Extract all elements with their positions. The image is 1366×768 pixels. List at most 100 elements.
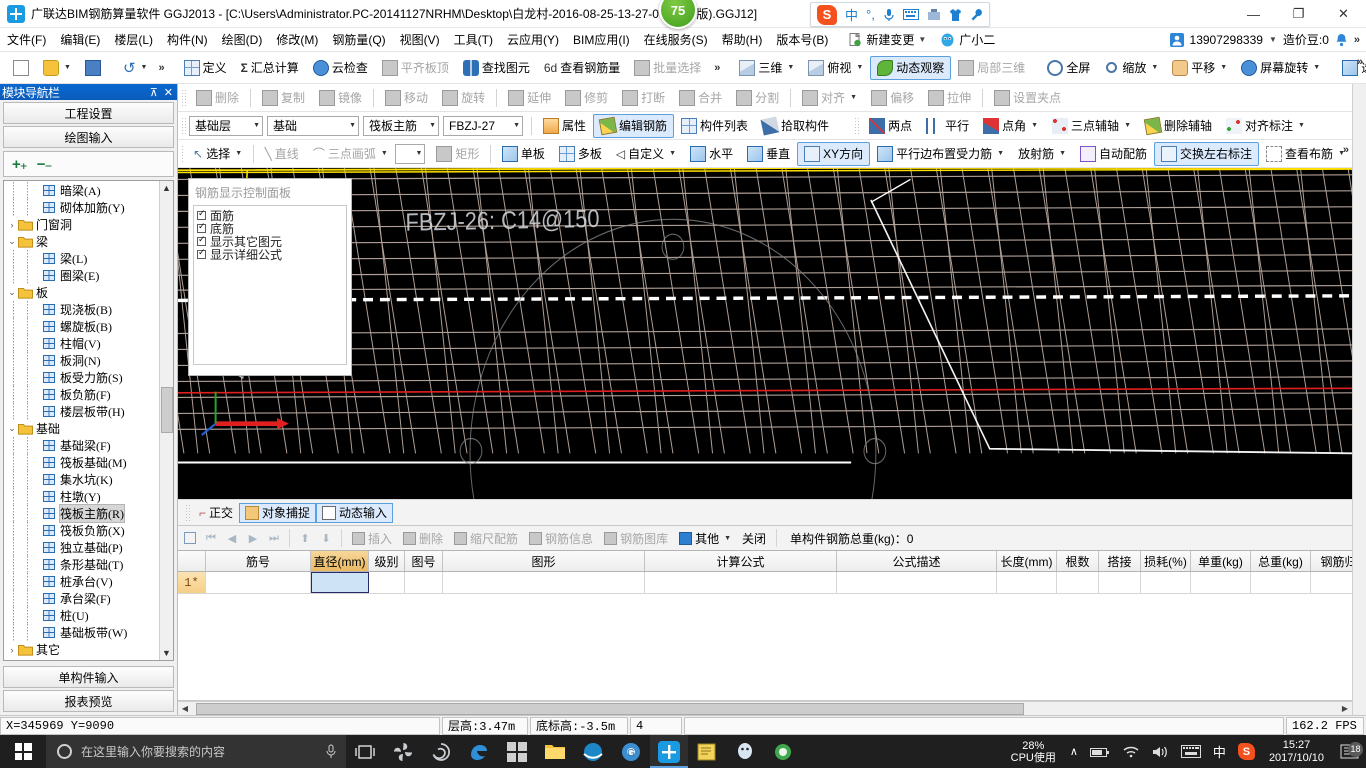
menu-rebar-qty[interactable]: 钢筋量(Q): [325, 29, 392, 50]
explorer-app-icon[interactable]: [536, 735, 574, 768]
scroll-left-icon[interactable]: ◀: [178, 704, 192, 713]
parallel-axis-button[interactable]: 平行: [919, 114, 976, 138]
three-point-axis-button[interactable]: 三点辅轴 ▼: [1045, 114, 1138, 138]
rebar-table-empty-area[interactable]: [178, 594, 1352, 701]
volume-icon[interactable]: [1146, 735, 1175, 768]
360-app-icon[interactable]: [764, 735, 802, 768]
partial-3d-button[interactable]: 局部三维: [951, 56, 1032, 80]
wrench-icon[interactable]: [970, 8, 983, 22]
close-icon[interactable]: ✕: [164, 86, 173, 99]
ggj-app-icon[interactable]: [650, 735, 688, 768]
battery-icon[interactable]: [1084, 735, 1116, 768]
component-list-button[interactable]: 构件列表: [674, 114, 755, 138]
ime-lang-icon[interactable]: 中: [845, 5, 858, 24]
floor-select[interactable]: 基础层 ▼: [189, 115, 263, 136]
toolbar-grip-3[interactable]: [181, 88, 186, 107]
tree-item[interactable]: 板负筋(F): [4, 386, 159, 403]
column-header[interactable]: 公式描述: [837, 551, 997, 571]
rectangle-tool-button[interactable]: 矩形: [429, 142, 486, 166]
screen-rotate-button[interactable]: 屏幕旋转 ▼: [1234, 56, 1327, 80]
multi-slab-button[interactable]: 多板: [552, 142, 609, 166]
column-header[interactable]: 直径(mm): [311, 551, 369, 571]
align-dimension-button[interactable]: 对齐标注 ▼: [1219, 114, 1312, 138]
scroll-right-icon[interactable]: ▶: [1338, 704, 1352, 713]
tree-item[interactable]: 暗梁(A): [4, 182, 159, 199]
rebar-info-button[interactable]: 钢筋信息: [524, 529, 598, 548]
pin-icon[interactable]: ⊼: [150, 86, 158, 99]
tree-expander-icon[interactable]: ›: [6, 220, 18, 230]
notes-app-icon[interactable]: [688, 735, 726, 768]
rotate-button[interactable]: 旋转: [435, 86, 492, 110]
panel-handle-icon[interactable]: [184, 532, 196, 544]
sogou-tray-icon[interactable]: S: [1232, 735, 1261, 768]
next-record-button[interactable]: ▶: [243, 528, 263, 548]
table-cell[interactable]: [443, 572, 645, 593]
edge-browser-icon[interactable]: [460, 735, 498, 768]
microphone-icon[interactable]: [326, 744, 336, 759]
tree-item[interactable]: 筏板主筋(R): [4, 504, 159, 523]
break-button[interactable]: 打断: [615, 86, 672, 110]
close-button[interactable]: ✕: [1321, 0, 1366, 28]
move-button[interactable]: 移动: [378, 86, 435, 110]
column-header[interactable]: 图形: [443, 551, 645, 571]
component-type-select[interactable]: 筏板主筋 ▼: [363, 115, 439, 136]
toolbar1-overflow[interactable]: »: [1357, 56, 1363, 68]
tree-expander-icon[interactable]: ⌄: [6, 236, 18, 247]
save-file-button[interactable]: [78, 56, 108, 80]
object-snap-toggle[interactable]: 对象捕捉: [239, 502, 317, 523]
zoom-button[interactable]: 缩放 ▼: [1097, 56, 1165, 80]
first-record-button[interactable]: ⏮: [201, 528, 221, 548]
tree-item[interactable]: › 门窗洞: [4, 216, 159, 233]
align-button[interactable]: 对齐 ▼: [795, 86, 864, 110]
mic-icon[interactable]: [883, 8, 895, 22]
nav-button-report-preview[interactable]: 报表预览: [3, 690, 174, 712]
top-view-button[interactable]: 俯视 ▼: [801, 56, 870, 80]
column-header[interactable]: 根数: [1057, 551, 1099, 571]
category-select[interactable]: 基础 ▼: [267, 115, 359, 136]
point-angle-axis-button[interactable]: 点角 ▼: [976, 114, 1045, 138]
cpu-usage-indicator[interactable]: 28% CPU使用: [1003, 740, 1064, 764]
column-header[interactable]: 计算公式: [645, 551, 837, 571]
nav-button-draw-input[interactable]: 绘图输入: [3, 126, 174, 148]
column-header[interactable]: 级别: [369, 551, 405, 571]
tree-item[interactable]: 筏板负筋(X): [4, 522, 159, 539]
table-cell[interactable]: [1251, 572, 1311, 593]
parallel-edge-rebar-button[interactable]: 平行边布置受力筋 ▼: [870, 142, 1011, 166]
column-header[interactable]: [178, 551, 206, 571]
sogou-ime-icon[interactable]: S: [817, 4, 837, 25]
tree-expander-icon[interactable]: ⌄: [6, 423, 18, 434]
tree-item[interactable]: 楼层板带(H): [4, 403, 159, 420]
table-cell[interactable]: [1057, 572, 1099, 593]
menu-floor[interactable]: 楼层(L): [107, 29, 160, 50]
rebar-table-body[interactable]: 1*: [178, 572, 1352, 594]
keyboard-layout-icon[interactable]: [1175, 735, 1207, 768]
tree-item[interactable]: 独立基础(P): [4, 539, 159, 556]
column-header[interactable]: 单重(kg): [1191, 551, 1251, 571]
toolbox-icon[interactable]: [927, 8, 941, 21]
custom-tool-button[interactable]: ◁ 自定义 ▼: [609, 142, 683, 166]
bell-icon[interactable]: [1335, 33, 1348, 47]
wifi-icon[interactable]: [1116, 735, 1146, 768]
table-cell[interactable]: [997, 572, 1057, 593]
auto-rebar-button[interactable]: 自动配筋: [1073, 142, 1154, 166]
view-rebar-qty-button[interactable]: 6d 查看钢筋量: [537, 56, 627, 80]
menu-file[interactable]: 文件(F): [0, 29, 53, 50]
qq-app-icon[interactable]: [726, 735, 764, 768]
collapse-all-icon[interactable]: −₋: [37, 155, 53, 173]
task-view-button[interactable]: [346, 735, 384, 768]
last-record-button[interactable]: ⏭: [264, 528, 284, 548]
two-point-axis-button[interactable]: 两点: [862, 114, 919, 138]
single-slab-button[interactable]: 单板: [495, 142, 552, 166]
row-header-cell[interactable]: 1*: [178, 572, 206, 593]
toolbar-overflow-icon[interactable]: »: [158, 62, 164, 74]
tree-item[interactable]: 圈梁(E): [4, 267, 159, 284]
align-slab-top-button[interactable]: 平齐板顶: [375, 56, 456, 80]
checkbox-icon[interactable]: [197, 247, 206, 259]
menu-edit[interactable]: 编辑(E): [53, 29, 107, 50]
move-up-button[interactable]: ⬆: [295, 528, 315, 548]
maximize-button[interactable]: ❐: [1276, 0, 1321, 28]
tree-scrollbar[interactable]: ▲ ▼: [159, 181, 173, 660]
tree-item[interactable]: 筏板基础(M): [4, 454, 159, 471]
table-cell[interactable]: [1099, 572, 1141, 593]
checkbox-icon[interactable]: [197, 221, 206, 233]
